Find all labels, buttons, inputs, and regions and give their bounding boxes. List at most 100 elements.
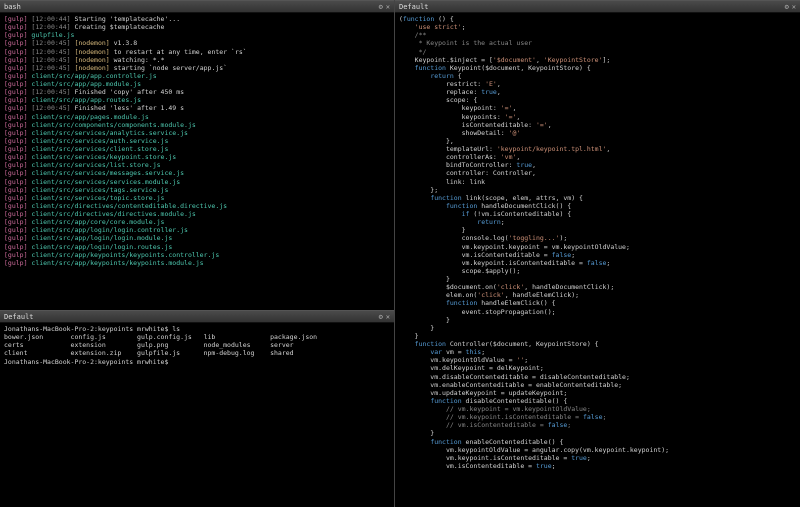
code-line: controllerAs: 'vm',	[399, 153, 796, 161]
log-line: [gulp] client/src/app/login/login.routes…	[4, 243, 390, 251]
code-line: vm.keypoint.isContenteditable = true;	[399, 454, 796, 462]
log-line: [gulp] gulpfile.js	[4, 31, 390, 39]
code-line: vm.keypoint.isContenteditable = false;	[399, 259, 796, 267]
log-line: [gulp] client/src/directives/directives.…	[4, 210, 390, 218]
code-line: vm.updateKeypoint = updateKeypoint;	[399, 389, 796, 397]
log-line: [gulp] client/src/services/analytics.ser…	[4, 129, 390, 137]
code-line: templateUrl: 'keypoint/keypoint.tpl.html…	[399, 145, 796, 153]
code-line: keypoint: '=',	[399, 104, 796, 112]
log-line: [gulp] client/src/app/app.module.js	[4, 80, 390, 88]
code-line: vm.enableContenteditable = enableContent…	[399, 381, 796, 389]
code-line: vm.delKeypoint = delKeypoint;	[399, 364, 796, 372]
code-line: }	[399, 332, 796, 340]
code-line: controller: Controller,	[399, 169, 796, 177]
pane-code-header[interactable]: Default ⚙ ✕	[395, 0, 800, 13]
code-line: bindToController: true,	[399, 161, 796, 169]
gear-icon[interactable]: ⚙	[379, 313, 383, 321]
log-line: [gulp] [12:00:45] [nodemon] watching: *.…	[4, 56, 390, 64]
pane-bash-controls: ⚙ ✕	[379, 3, 390, 11]
pane-bash-title: bash	[4, 3, 379, 11]
code-line: // vm.isContenteditable = false;	[399, 421, 796, 429]
log-line: [gulp] client/src/services/services.modu…	[4, 178, 390, 186]
pane-terminal-controls: ⚙ ✕	[379, 313, 390, 321]
log-line: [gulp] client/src/app/core/core.module.j…	[4, 218, 390, 226]
code-line: restrict: 'E',	[399, 80, 796, 88]
log-line: [gulp] client/src/app/keypoints/keypoint…	[4, 259, 390, 267]
code-line: // vm.keypoint.isContenteditable = false…	[399, 413, 796, 421]
code-line: }	[399, 275, 796, 283]
code-line: }	[399, 226, 796, 234]
log-line: [gulp] [12:00:44] Creating $templatecach…	[4, 23, 390, 31]
code-line: replace: true,	[399, 88, 796, 96]
code-line: return;	[399, 218, 796, 226]
code-line: },	[399, 137, 796, 145]
code-line: return {	[399, 72, 796, 80]
log-line: [gulp] [12:00:44] Starting 'templatecach…	[4, 15, 390, 23]
log-line: [gulp] client/src/app/app.controller.js	[4, 72, 390, 80]
gear-icon[interactable]: ⚙	[379, 3, 383, 11]
right-column: Default ⚙ ✕ (function () { 'use strict';…	[395, 0, 800, 507]
code-line: }	[399, 429, 796, 437]
log-line: [gulp] client/src/services/list.store.js	[4, 161, 390, 169]
code-line: function disableContenteditable() {	[399, 397, 796, 405]
log-line: [gulp] client/src/components/components.…	[4, 121, 390, 129]
code-line: };	[399, 186, 796, 194]
bash-output[interactable]: [gulp] [12:00:44] Starting 'templatecach…	[0, 13, 394, 310]
code-line: isContenteditable: '=',	[399, 121, 796, 129]
log-line: [gulp] client/src/services/messages.serv…	[4, 169, 390, 177]
log-line: [gulp] client/src/directives/contentedit…	[4, 202, 390, 210]
code-editor[interactable]: (function () { 'use strict'; /** * Keypo…	[395, 13, 800, 507]
close-icon[interactable]: ✕	[792, 3, 796, 11]
pane-terminal-title: Default	[4, 313, 379, 321]
terminal-line: certs extension gulp.png node_modules se…	[4, 341, 390, 349]
log-line: [gulp] client/src/services/auth.service.…	[4, 137, 390, 145]
log-line: [gulp] client/src/app/login/login.module…	[4, 234, 390, 242]
code-line: }	[399, 324, 796, 332]
code-line: function handleDocumentClick() {	[399, 202, 796, 210]
code-line: Keypoint.$inject = ['$document', 'Keypoi…	[399, 56, 796, 64]
pane-bash-header[interactable]: bash ⚙ ✕	[0, 0, 394, 13]
code-line: vm.keypoint.keypoint = vm.keypointOldVal…	[399, 243, 796, 251]
code-line: elem.on('click', handleElemClick);	[399, 291, 796, 299]
pane-code-controls: ⚙ ✕	[785, 3, 796, 11]
code-line: 'use strict';	[399, 23, 796, 31]
terminal-line: client extension.zip gulpfile.js npm-deb…	[4, 349, 390, 357]
code-line: var vm = this;	[399, 348, 796, 356]
terminal-output[interactable]: Jonathans-MacBook-Pro-2:keypoints mrwhit…	[0, 323, 394, 507]
code-line: vm.disableContenteditable = disableConte…	[399, 373, 796, 381]
code-line: (function () {	[399, 15, 796, 23]
log-line: [gulp] client/src/services/topic.store.j…	[4, 194, 390, 202]
code-line: vm.keypointOldValue = '';	[399, 356, 796, 364]
code-line: console.log('toggling...');	[399, 234, 796, 242]
gear-icon[interactable]: ⚙	[785, 3, 789, 11]
log-line: [gulp] [12:00:45] Finished 'less' after …	[4, 104, 390, 112]
close-icon[interactable]: ✕	[386, 3, 390, 11]
log-line: [gulp] client/src/services/keypoint.stor…	[4, 153, 390, 161]
code-line: showDetail: '@'	[399, 129, 796, 137]
code-line: vm.isContenteditable = true;	[399, 462, 796, 470]
code-line: if (!vm.isContenteditable) {	[399, 210, 796, 218]
log-line: [gulp] client/src/app/keypoints/keypoint…	[4, 251, 390, 259]
log-line: [gulp] client/src/services/client.store.…	[4, 145, 390, 153]
log-line: [gulp] [12:00:45] [nodemon] v1.3.8	[4, 39, 390, 47]
terminal-line: bower.json config.js gulp.config.js lib …	[4, 333, 390, 341]
code-line: function Controller($document, KeypointS…	[399, 340, 796, 348]
log-line: [gulp] [12:00:45] [nodemon] to restart a…	[4, 48, 390, 56]
code-line: event.stopPropagation();	[399, 308, 796, 316]
code-line: vm.isContenteditable = false;	[399, 251, 796, 259]
code-line: link: link	[399, 178, 796, 186]
close-icon[interactable]: ✕	[386, 313, 390, 321]
code-line: $document.on('click', handleDocumentClic…	[399, 283, 796, 291]
log-line: [gulp] client/src/app/login/login.contro…	[4, 226, 390, 234]
left-column: bash ⚙ ✕ [gulp] [12:00:44] Starting 'tem…	[0, 0, 395, 507]
app-root: bash ⚙ ✕ [gulp] [12:00:44] Starting 'tem…	[0, 0, 800, 507]
pane-bash: bash ⚙ ✕ [gulp] [12:00:44] Starting 'tem…	[0, 0, 394, 310]
terminal-line: Jonathans-MacBook-Pro-2:keypoints mrwhit…	[4, 358, 390, 366]
terminal-line: Jonathans-MacBook-Pro-2:keypoints mrwhit…	[4, 325, 390, 333]
code-line: /**	[399, 31, 796, 39]
code-line: vm.keypointOldValue = angular.copy(vm.ke…	[399, 446, 796, 454]
pane-terminal: Default ⚙ ✕ Jonathans-MacBook-Pro-2:keyp…	[0, 310, 394, 507]
code-line: scope.$apply();	[399, 267, 796, 275]
code-line: keypoints: '=',	[399, 113, 796, 121]
pane-terminal-header[interactable]: Default ⚙ ✕	[0, 310, 394, 323]
